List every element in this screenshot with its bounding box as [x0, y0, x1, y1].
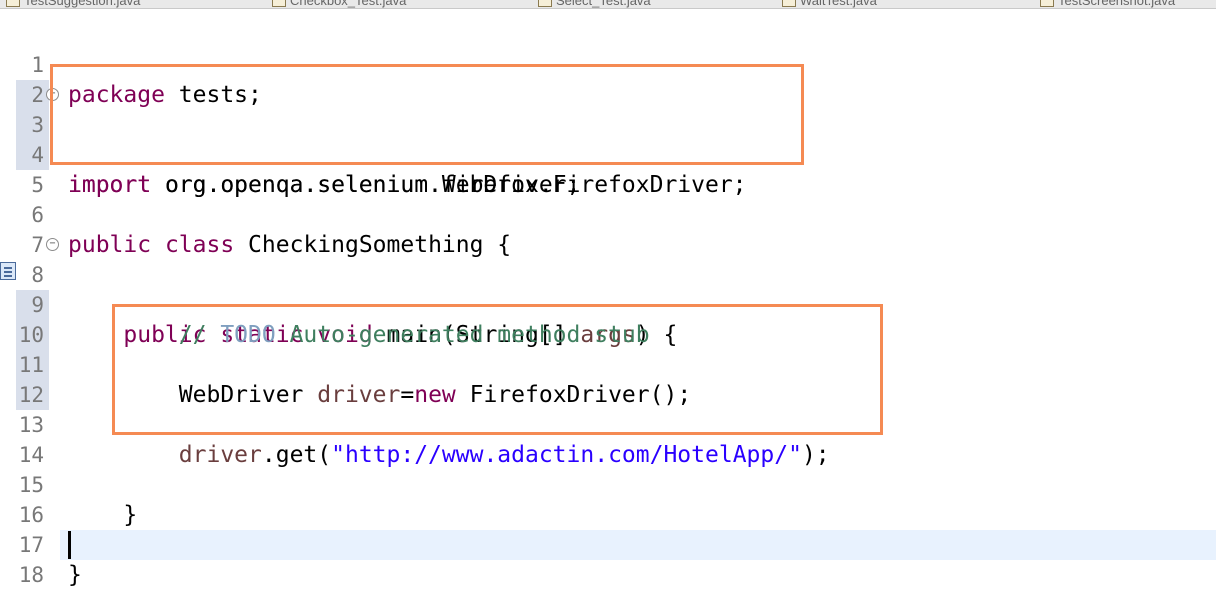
- text-caret: [68, 531, 71, 559]
- editor-tab[interactable]: Checkbox_Test.java: [272, 0, 406, 8]
- code-line[interactable]: 17 }: [0, 500, 1216, 588]
- editor-tab-bar: TestSuggestion.java Checkbox_Test.java S…: [0, 0, 1216, 9]
- driver-code-highlight-box: [112, 304, 883, 435]
- editor-tab[interactable]: TestSuggestion.java: [6, 0, 140, 8]
- imports-highlight-box: [50, 64, 804, 165]
- code-line[interactable]: 6 public class CheckingSomething {: [0, 170, 1216, 258]
- editor-tab[interactable]: Select_Test.java: [538, 0, 651, 8]
- line-number: 18: [18, 563, 44, 587]
- java-file-icon: [538, 0, 552, 7]
- code-text: }: [68, 562, 82, 588]
- java-file-icon: [272, 0, 286, 7]
- java-file-icon: [1040, 0, 1054, 7]
- code-line[interactable]: 8 − public static void main(String[] arg…: [0, 230, 1216, 348]
- code-line[interactable]: 16: [0, 470, 1216, 527]
- editor-tab[interactable]: TestScreenshot.java: [1040, 0, 1175, 8]
- java-file-icon: [782, 0, 796, 7]
- java-file-icon: [6, 0, 20, 7]
- code-line[interactable]: 9 // TODO Auto-generated method stub: [0, 260, 1216, 348]
- code-line[interactable]: 18: [0, 530, 1216, 587]
- fold-collapse-icon[interactable]: −: [46, 238, 59, 251]
- code-line[interactable]: 1 package tests;: [0, 20, 1216, 108]
- code-line[interactable]: 15 }: [0, 440, 1216, 528]
- code-editor[interactable]: TestSuggestion.java Checkbox_Test.java S…: [0, 0, 1216, 596]
- editor-tab[interactable]: WaitTest.java: [782, 0, 877, 8]
- code-line[interactable]: 7: [0, 200, 1216, 257]
